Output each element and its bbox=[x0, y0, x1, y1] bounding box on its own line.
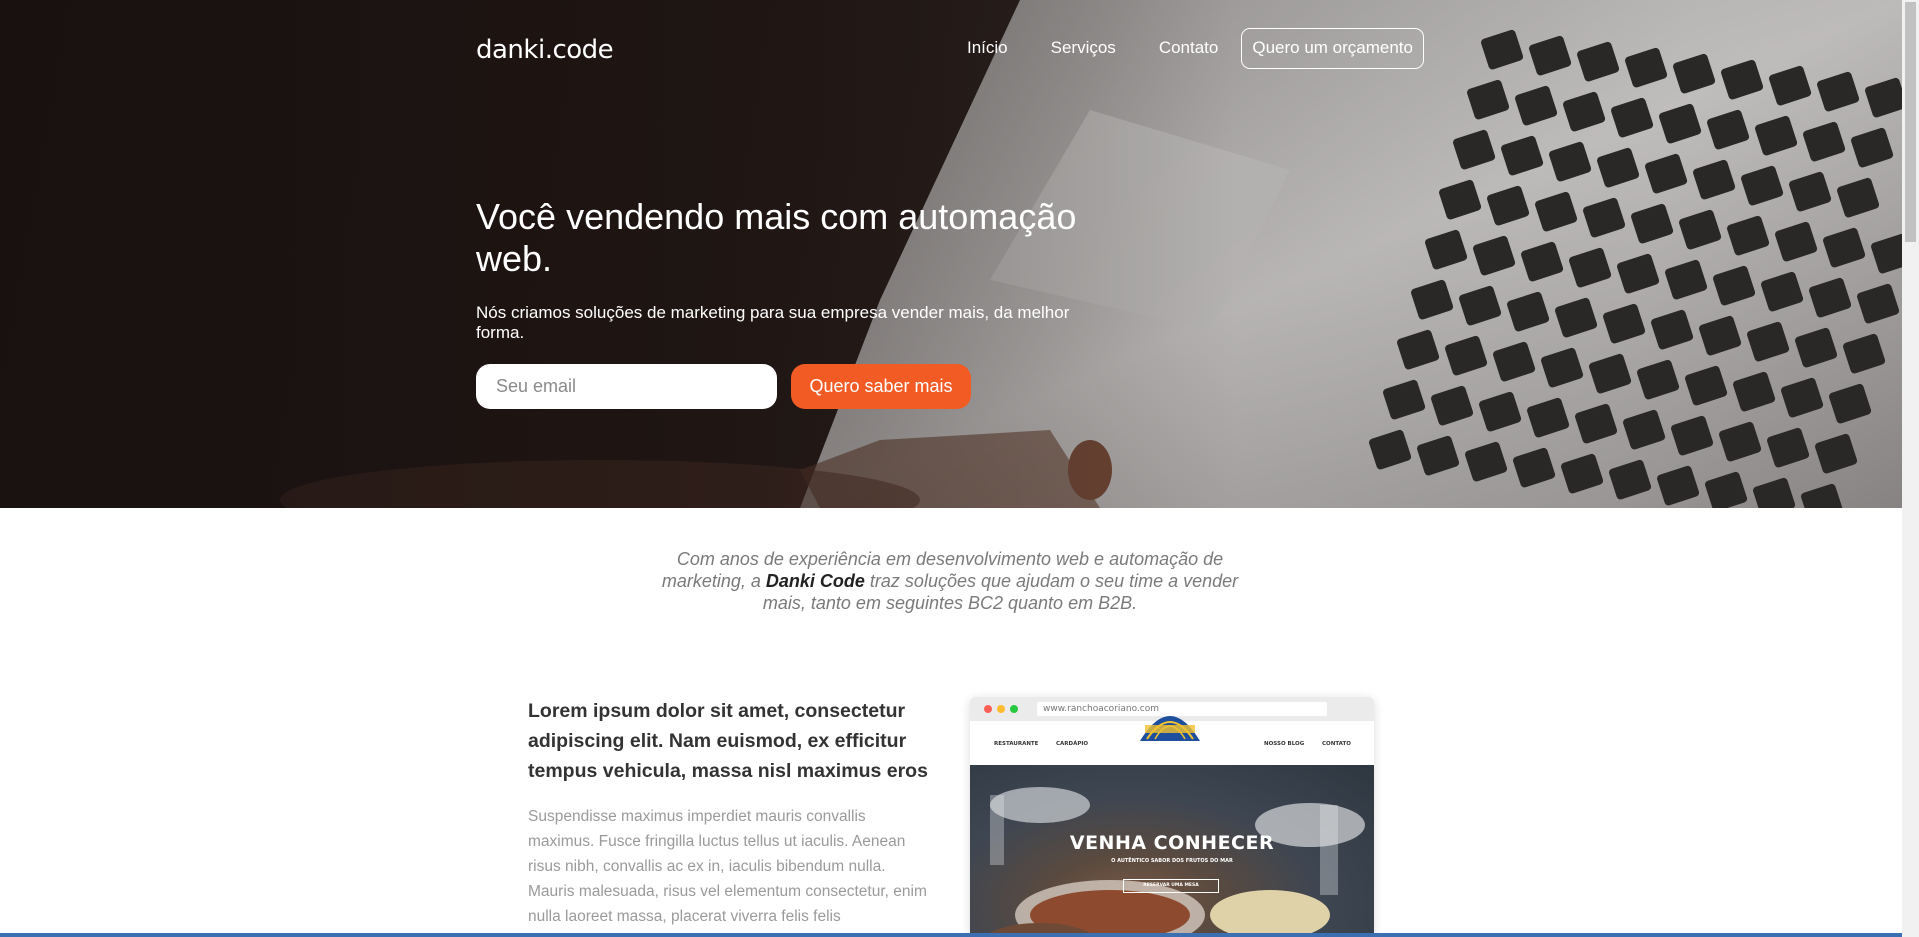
nav-link-servicos[interactable]: Serviços bbox=[1051, 38, 1116, 58]
nav-link-contato[interactable]: Contato bbox=[1159, 38, 1219, 58]
page-scrollbar[interactable] bbox=[1902, 0, 1919, 937]
quote-button[interactable]: Quero um orçamento bbox=[1241, 27, 1424, 69]
mockup-headline: VENHA CONHECER bbox=[1069, 832, 1275, 854]
page: danki.code Início Serviços Contato Quero… bbox=[0, 0, 1919, 937]
email-input[interactable] bbox=[476, 364, 777, 409]
feature-description: Suspendisse maximus imperdiet mauris con… bbox=[528, 808, 927, 925]
bottom-edge-strip bbox=[0, 933, 1902, 937]
feature-title: Lorem ipsum dolor sit amet, consectetur … bbox=[528, 700, 928, 782]
mockup-subline: O AUTÊNTICO SABOR DOS FRUTOS DO MAR bbox=[1111, 858, 1233, 864]
intro-brand-name: Danki Code bbox=[765, 571, 865, 591]
close-dot-icon bbox=[984, 705, 992, 713]
mockup-reserve-button: RESERVAR UMA MESA bbox=[1123, 879, 1219, 893]
mockup-nav-item: RESTAURANTE bbox=[994, 741, 1039, 747]
learn-more-button[interactable]: Quero saber mais bbox=[791, 364, 971, 409]
email-signup-form: Quero saber mais bbox=[476, 364, 971, 409]
mockup-nav-item: CONTATO bbox=[1322, 741, 1351, 747]
mockup-nav-item: NOSSO BLOG bbox=[1264, 741, 1305, 747]
minimize-dot-icon bbox=[997, 705, 1005, 713]
maximize-dot-icon bbox=[1010, 705, 1018, 713]
restaurant-logo-image bbox=[1140, 716, 1200, 741]
intro-text: Com anos de experiência em desenvolvimen… bbox=[660, 548, 1240, 614]
top-navigation: danki.code Início Serviços Contato Quero… bbox=[476, 27, 1424, 69]
nav-link-inicio[interactable]: Início bbox=[967, 38, 1008, 58]
hero-section: danki.code Início Serviços Contato Quero… bbox=[0, 0, 1902, 508]
hero-title: Você vendendo mais com automação web. bbox=[476, 196, 1077, 279]
scrollbar-thumb[interactable] bbox=[1905, 2, 1916, 242]
hero-subtitle: Nós criamos soluções de marketing para s… bbox=[476, 303, 1070, 342]
website-mockup-image: www.ranchoacoriano.com RESTAURANTE CARDÁ… bbox=[970, 697, 1374, 937]
nav-links: Início Serviços Contato Quero um orçamen… bbox=[924, 27, 1424, 69]
site-logo[interactable]: danki.code bbox=[476, 35, 614, 65]
mockup-nav-item: CARDÁPIO bbox=[1056, 741, 1089, 747]
